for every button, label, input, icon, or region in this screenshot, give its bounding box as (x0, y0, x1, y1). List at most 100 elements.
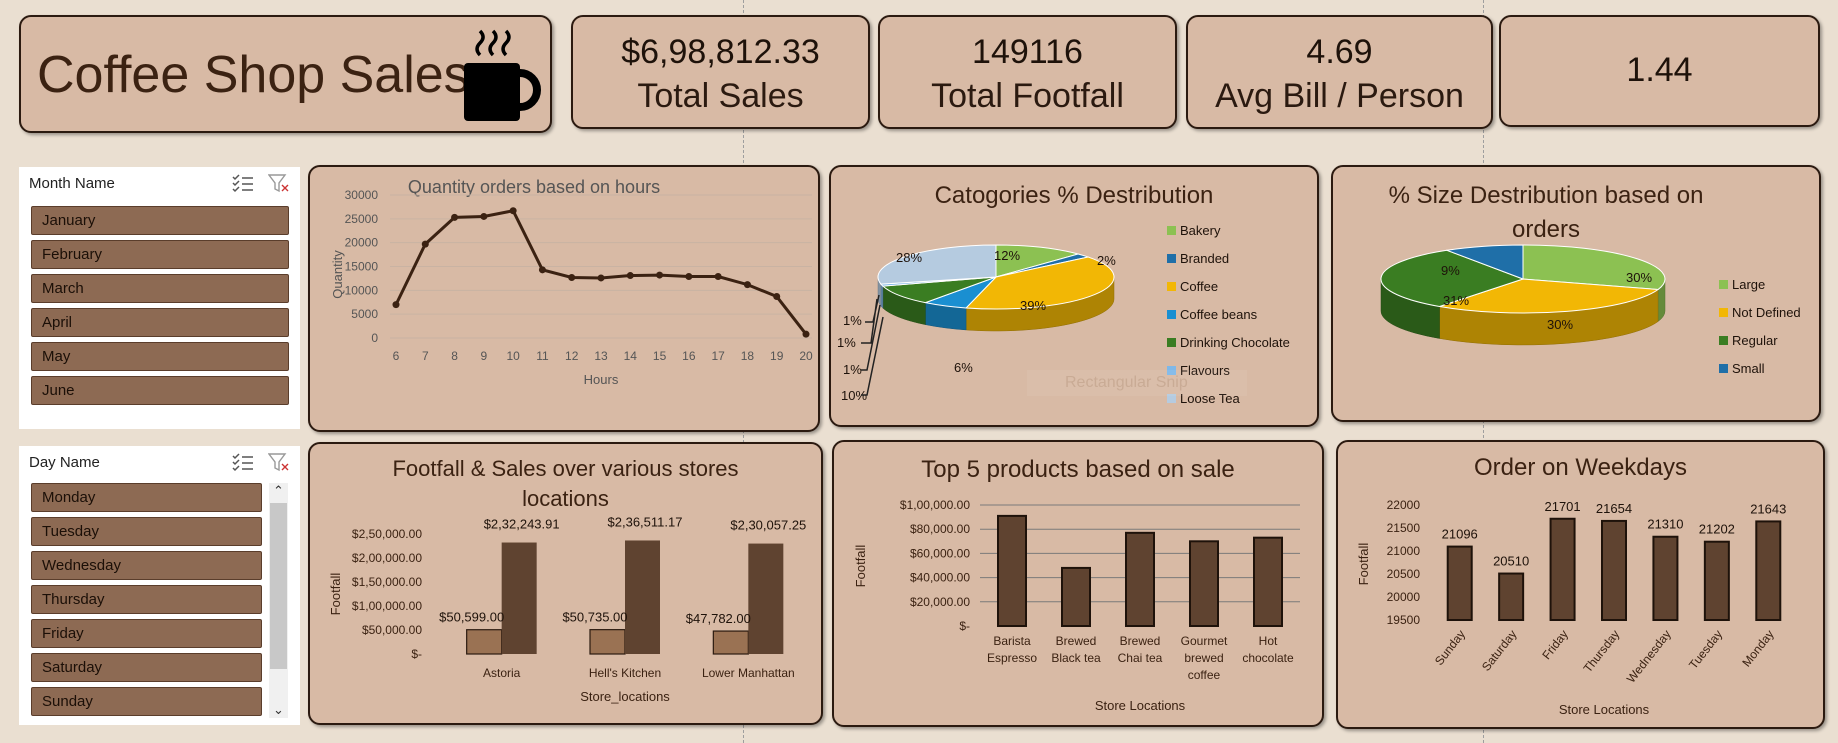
data-point (714, 273, 722, 281)
data-point (773, 293, 781, 301)
legend-swatch (1167, 282, 1176, 291)
x-tick-label: coffee (1188, 668, 1221, 682)
clear-filter-icon[interactable] (268, 452, 290, 472)
slicer-item-friday[interactable]: Friday (31, 619, 262, 648)
data-point (451, 213, 459, 221)
size-pie-panel: % Size Destribution based on orders 30% 3… (1331, 165, 1821, 422)
size-pie-chart: 30% 30% 31% 9% Large Not Defined Regular Small (1380, 244, 1801, 376)
y-tick-label: $60,000.00 (910, 546, 970, 560)
slicer-item-june[interactable]: June (31, 376, 289, 405)
legend-label: Small (1732, 361, 1765, 376)
y-tick-label: 21500 (1387, 521, 1421, 535)
x-tick-label: 13 (594, 349, 608, 363)
day-slicer: Day Name Monday Tuesday Wednesday Thursd… (19, 446, 300, 725)
stores-bar-chart: $- $50,000.00 $1,00,000.00 $1,50,000.00 $2,0… (328, 514, 806, 704)
scroll-thumb[interactable] (270, 503, 287, 669)
bar (1652, 535, 1679, 621)
kpi-total-sales: $6,98,812.33 Total Sales (571, 15, 870, 129)
x-tick-label: 17 (711, 349, 725, 363)
x-tick-label: Sunday (1432, 627, 1468, 668)
data-label: 21202 (1699, 522, 1735, 537)
y-tick-label: $40,000.00 (910, 571, 970, 585)
slicer-header: Day Name (29, 454, 100, 471)
x-tick-label: 15 (653, 349, 667, 363)
slicer-item-saturday[interactable]: Saturday (31, 653, 262, 682)
legend-label: Coffee beans (1180, 307, 1258, 322)
clear-filter-icon[interactable] (268, 173, 290, 193)
bar-sales (748, 543, 784, 654)
hourly-orders-panel: Quantity orders based on hours 0 5000 1000… (308, 165, 820, 432)
stores-bar-panel: Footfall & Sales over various stores loc… (308, 442, 823, 725)
data-label: $2,30,057.25 (730, 518, 806, 533)
y-tick-label: 20000 (1387, 590, 1421, 604)
x-tick-label: 12 (565, 349, 579, 363)
pie-data-label: 39% (1020, 298, 1046, 313)
bar (1061, 566, 1091, 627)
pie-data-label: 1% (843, 362, 862, 377)
y-tick-label: 19500 (1387, 613, 1421, 627)
data-label: 21654 (1596, 501, 1632, 516)
legend-swatch (1167, 254, 1176, 263)
bar (997, 514, 1027, 627)
slicer-item-may[interactable]: May (31, 342, 289, 371)
scroll-up-icon[interactable]: ⌃ (269, 483, 288, 499)
coffee-mug-icon (464, 29, 541, 121)
multi-select-icon[interactable] (232, 452, 254, 472)
x-tick-label: 20 (799, 349, 813, 363)
bar (1498, 572, 1525, 621)
x-axis-label: Store_locations (580, 689, 670, 704)
x-tick-label: Wednesday (1624, 627, 1674, 685)
data-label: $47,782.00 (686, 611, 751, 626)
slicer-item-april[interactable]: April (31, 308, 289, 337)
legend-swatch (1167, 338, 1176, 347)
legend-label: Coffee (1180, 279, 1218, 294)
x-tick-label: 14 (624, 349, 638, 363)
x-tick-label: Gourmet (1181, 634, 1228, 648)
x-tick-label: 19 (770, 349, 784, 363)
kpi-value: 149116 (972, 33, 1083, 71)
legend-label: Regular (1732, 333, 1778, 348)
pie-data-label: 9% (1441, 263, 1460, 278)
x-tick-label: 16 (682, 349, 696, 363)
y-tick-label: 10000 (345, 283, 379, 297)
data-label: 21701 (1544, 499, 1580, 514)
legend-label: Branded (1180, 251, 1229, 266)
x-tick-label: Thursday (1581, 627, 1623, 675)
month-slicer: Month Name January February March April … (19, 167, 300, 429)
slicer-item-monday[interactable]: Monday (31, 483, 262, 512)
slicer-item-march[interactable]: March (31, 274, 289, 303)
x-tick-label: Brewed (1120, 634, 1161, 648)
x-tick-label: Brewed (1056, 634, 1097, 648)
data-label: 21096 (1442, 527, 1478, 542)
legend-swatch (1719, 364, 1728, 373)
x-tick-label: Barista (993, 634, 1031, 648)
data-point (480, 212, 488, 220)
y-tick-label: $50,000.00 (362, 623, 422, 637)
kpi-label: Total Sales (637, 77, 804, 115)
title-card: Coffee Shop Sales (19, 15, 552, 133)
slicer-item-wednesday[interactable]: Wednesday (31, 551, 262, 580)
slicer-scrollbar[interactable]: ⌃ ⌄ (269, 483, 288, 718)
slicer-item-thursday[interactable]: Thursday (31, 585, 262, 614)
x-tick-label: Black tea (1051, 651, 1101, 665)
x-tick-label: Espresso (987, 651, 1037, 665)
kpi-avg-bill: 4.69 Avg Bill / Person (1186, 15, 1493, 129)
data-point (538, 266, 546, 274)
bar-sales (501, 542, 537, 654)
legend-swatch (1719, 336, 1728, 345)
slicer-item-tuesday[interactable]: Tuesday (31, 517, 262, 546)
multi-select-icon[interactable] (232, 173, 254, 193)
bar (1189, 540, 1219, 627)
bar-footfall (466, 629, 503, 655)
slicer-item-sunday[interactable]: Sunday (31, 687, 262, 716)
x-axis-label: Hours (584, 372, 619, 387)
kpi-label: Total Footfall (931, 77, 1124, 115)
top-products-panel: Top 5 products based on sale $- $20,000.0… (832, 440, 1324, 727)
slicer-item-february[interactable]: February (31, 240, 289, 269)
slicer-item-january[interactable]: January (31, 206, 289, 235)
ghost-snip-label: Rectangular Snip (1027, 370, 1247, 396)
scroll-down-icon[interactable]: ⌄ (269, 702, 288, 718)
y-tick-label: 20000 (345, 236, 379, 250)
leader-lines (861, 294, 884, 396)
kpi-value: 4.69 (1306, 33, 1373, 71)
